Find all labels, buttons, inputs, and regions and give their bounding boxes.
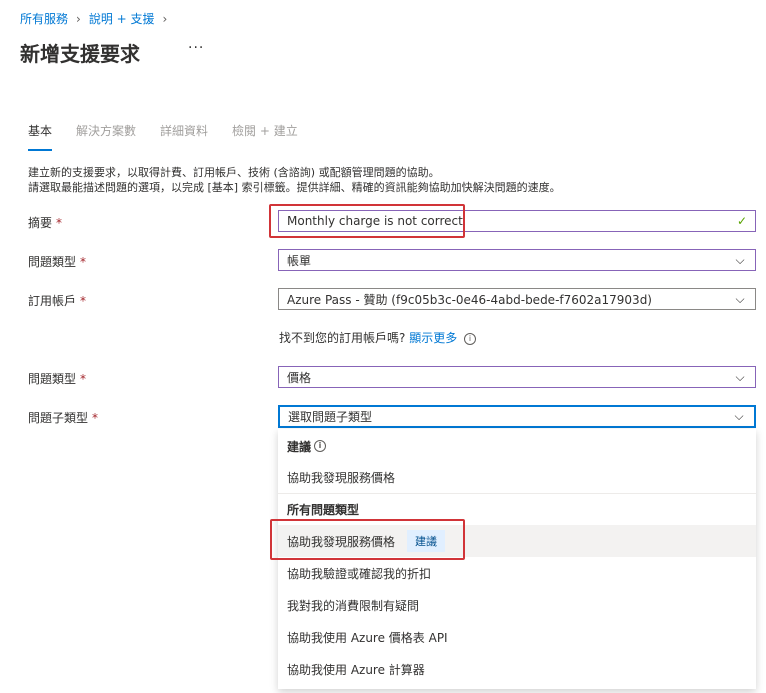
problem-type-select[interactable]: 價格 ⌵	[278, 366, 756, 388]
breadcrumb-all-services[interactable]: 所有服務	[20, 10, 68, 27]
page-title: 新增支援要求	[20, 42, 140, 66]
breadcrumb-help-support[interactable]: 說明 + 支援	[89, 10, 155, 27]
highlight-box-option	[270, 519, 465, 560]
subscription-label: 訂用帳戶 *	[28, 294, 87, 308]
more-options-button[interactable]: ···	[188, 40, 204, 56]
description-line-2: 請選取最能描述問題的選項，以完成 [基本] 索引標籤。提供詳細、精確的資訊能夠協…	[28, 181, 561, 194]
problem-type-label: 問題類型 *	[28, 372, 87, 386]
summary-label: 摘要 *	[28, 216, 63, 230]
subscription-hint: 找不到您的訂用帳戶嗎? 顯示更多 i	[279, 329, 477, 346]
chevron-down-icon: ⌵	[735, 369, 745, 384]
chevron-down-icon: ⌵	[734, 409, 744, 423]
chevron-right-icon: ›	[162, 11, 168, 26]
show-more-link[interactable]: 顯示更多	[409, 331, 457, 345]
dropdown-option[interactable]: 我對我的消費限制有疑問	[278, 589, 756, 621]
dropdown-option[interactable]: 協助我使用 Azure 價格表 API	[278, 621, 756, 653]
dropdown-option[interactable]: 協助我使用 Azure 計算器	[278, 653, 756, 685]
tab-details[interactable]: 詳細資料	[160, 122, 208, 151]
dropdown-header-suggested: 建議 i	[278, 430, 756, 462]
issue-type-select[interactable]: 帳單 ⌵	[278, 249, 756, 271]
problem-type-value: 價格	[287, 370, 312, 385]
required-mark: *	[92, 411, 99, 425]
subscription-value: Azure Pass - 贊助 (f9c05b3c-0e46-4abd-bede…	[287, 292, 652, 307]
tab-bar: 基本 解決方案數 詳細資料 檢閱 + 建立	[28, 122, 298, 151]
description-line-1: 建立新的支援要求，以取得計費、訂用帳戶、技術 (含諮詢) 或配額管理問題的協助。	[28, 166, 440, 179]
chevron-right-icon: ›	[76, 11, 81, 26]
tab-basics[interactable]: 基本	[28, 122, 53, 151]
issue-type-value: 帳單	[287, 253, 312, 268]
info-icon[interactable]: i	[314, 440, 327, 452]
dropdown-option-suggested[interactable]: 協助我發現服務價格	[278, 461, 756, 493]
problem-subtype-select[interactable]: 選取問題子類型 ⌵	[278, 405, 756, 428]
problem-subtype-placeholder: 選取問題子類型	[288, 410, 373, 424]
form-description: 建立新的支援要求，以取得計費、訂用帳戶、技術 (含諮詢) 或配額管理問題的協助。…	[28, 165, 561, 195]
problem-subtype-label: 問題子類型 *	[28, 411, 99, 425]
dropdown-option[interactable]: 協助我驗證或確認我的折扣	[278, 557, 756, 589]
required-mark: *	[80, 255, 87, 269]
tab-solutions[interactable]: 解決方案數	[76, 122, 136, 151]
breadcrumb: 所有服務 › 說明 + 支援 ›	[20, 10, 175, 27]
subscription-select[interactable]: Azure Pass - 贊助 (f9c05b3c-0e46-4abd-bede…	[278, 288, 756, 310]
check-icon: ✓	[736, 214, 747, 228]
required-mark: *	[56, 216, 63, 230]
info-icon[interactable]: i	[464, 332, 477, 345]
issue-type-label: 問題類型 *	[28, 255, 87, 269]
chevron-down-icon: ⌵	[735, 291, 745, 306]
chevron-down-icon: ⌵	[735, 252, 745, 267]
highlight-box-summary	[269, 204, 465, 238]
required-mark: *	[80, 294, 87, 308]
tab-review-create[interactable]: 檢閱 + 建立	[232, 122, 298, 151]
required-mark: *	[80, 372, 87, 386]
